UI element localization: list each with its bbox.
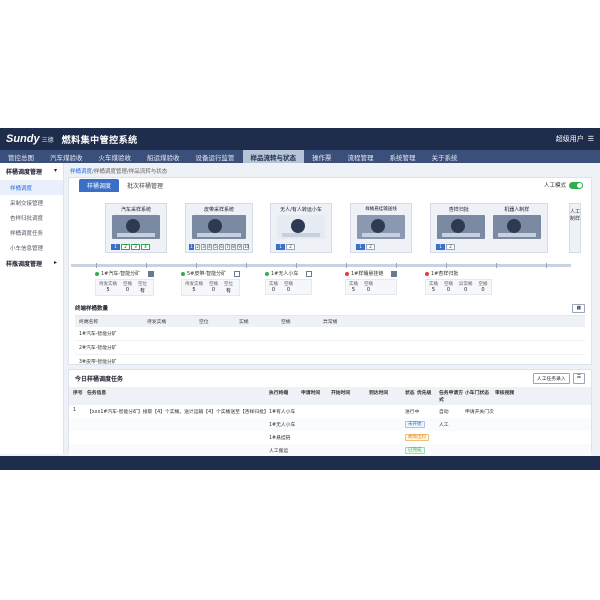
dispatch-panel: 样桶调度 批次样桶管理 人工模式 汽车采样系统 1 2 3 4 皮带采样系统 1… xyxy=(68,177,592,369)
status-dot xyxy=(95,271,99,276)
sidebar-item-handover[interactable]: 采制交接管理 xyxy=(0,195,63,210)
nav-truck-coal[interactable]: 汽车煤验收 xyxy=(42,150,91,163)
status-badge: 已完成 xyxy=(405,447,425,454)
sidebar-item-cart-info[interactable]: 小车信息管理 xyxy=(0,240,63,255)
terminal-cards: 1#汽车-智能分矿 待发实桶 5 空桶 0 空位有 5#皮带-智能分矿 待发实桶 5 … xyxy=(95,270,571,298)
chevron-right-icon: ▸ xyxy=(53,259,57,266)
card-chain-1: 1#样桶悬挂链 实桶 5 空桶 0 xyxy=(345,270,398,298)
nav-overview[interactable]: 管控总图 xyxy=(0,150,42,163)
conveyor-track xyxy=(71,263,571,268)
terminal-table-header: 终端名称 待发实桶 空位 实桶 空桶 异常桶 xyxy=(75,316,585,327)
sidebar-item-bucket-dispatch[interactable]: 样桶调度 xyxy=(0,180,63,195)
sidebar-group-bucket[interactable]: 样桶调度管理 ▾ xyxy=(0,163,63,180)
robot-icon xyxy=(493,215,541,239)
user-icon: ☰ xyxy=(587,135,594,143)
nav-about[interactable]: 关于系统 xyxy=(424,150,466,163)
user-menu[interactable]: 超级用户 ☰ xyxy=(556,134,594,144)
tasks-title: 今日样桶调度任务 xyxy=(75,376,124,383)
chevron-down-icon: ▾ xyxy=(53,167,57,174)
nav-ship-coal[interactable]: 船运煤验收 xyxy=(139,150,188,163)
table-row[interactable]: 1#悬挂链 故障出料 xyxy=(69,431,591,444)
card-batch-1: 1#杏样归批 实桶 5 空桶 0 异常桶 0 空桶 0 xyxy=(425,270,492,298)
manual-sampling-station[interactable]: 人工制样 xyxy=(569,203,581,253)
manual-mode: 人工模式 xyxy=(544,181,583,189)
cart-icon xyxy=(277,215,325,239)
card-truck-1: 1#汽车-智能分矿 待发实桶 5 空桶 0 空位有 xyxy=(95,270,155,298)
nav-process[interactable]: 流程管理 xyxy=(340,150,382,163)
tab-bar: 样桶调度 批次样桶管理 人工模式 xyxy=(69,178,591,192)
sidebar-item-batch[interactable]: 杏样归批调度 xyxy=(0,210,63,225)
nav-sample-flow[interactable]: 样品流转与状态 xyxy=(242,150,304,163)
app-window: Sundy 三德 燃料集中管控系统 超级用户 ☰ 管控总图 汽车煤验收 火车煤验… xyxy=(0,128,600,470)
sampler-icon xyxy=(192,215,246,239)
square-icon xyxy=(148,270,155,277)
user-name: 超级用户 xyxy=(555,135,584,143)
nav-operation-ticket[interactable]: 操作票 xyxy=(304,150,340,163)
main-nav: 管控总图 汽车煤验收 火车煤验收 船运煤验收 设备运行监管 样品流转与状态 操作… xyxy=(0,150,600,163)
export-icon[interactable]: ▦ xyxy=(572,304,585,313)
conveyor-icon xyxy=(357,215,405,239)
square-icon xyxy=(391,270,398,277)
sampler-icon xyxy=(112,215,160,239)
station-conveyor[interactable]: 样桶悬挂输送线 1 2 xyxy=(350,203,412,253)
add-manual-task-button[interactable]: 人工任务录入 xyxy=(532,373,570,384)
square-outline-icon xyxy=(234,270,241,277)
station-truck-sampling[interactable]: 汽车采样系统 1 2 3 4 xyxy=(105,203,167,253)
brand-logo-cn: 三德 xyxy=(41,136,54,144)
status-badge: 进行中 xyxy=(405,410,420,415)
breadcrumb: 样桶调度/样桶调度管理/样品流转与状态 xyxy=(70,169,168,175)
breadcrumb-current[interactable]: 样桶调度 xyxy=(70,169,92,175)
nav-system[interactable]: 系统管理 xyxy=(382,150,424,163)
square-outline-icon xyxy=(306,270,313,277)
terminal-table: 终端样桶数量 ▦ 终端名称 待发实桶 空位 实桶 空桶 异常桶 1#汽车-智能分矿 2#汽车… xyxy=(75,304,585,369)
sidebar: 样桶调度管理 ▾ 样桶调度 采制交接管理 杏样归批调度 样桶调度任务 小车信息管理… xyxy=(0,163,64,454)
footer-bar xyxy=(0,456,600,470)
nav-equipment[interactable]: 设备运行监管 xyxy=(188,150,243,163)
status-dot xyxy=(345,271,349,276)
table-row[interactable]: 1#汽车-智能分矿 xyxy=(75,327,585,341)
sidebar-item-tasks[interactable]: 样桶调度任务 xyxy=(0,225,63,240)
top-bar: Sundy 三德 燃料集中管控系统 超级用户 ☰ xyxy=(0,128,600,150)
brand-logo: Sundy xyxy=(6,133,40,145)
system-title: 燃料集中管控系统 xyxy=(61,135,138,146)
status-dot xyxy=(181,271,185,276)
tasks-table-header: 序号 任务信息 执行终端 申请时间 开始时间 到达时间 状态 优先级 任务申请方式 小车门状态 审核… xyxy=(69,387,591,405)
station-batch-robot[interactable]: 杏样归批 机器人制样 1 2 xyxy=(430,203,548,253)
station-row: 汽车采样系统 1 2 3 4 皮带采样系统 1 2 3 4 5 6 7 8 9 … xyxy=(105,203,565,263)
nav-train-coal[interactable]: 火车煤验收 xyxy=(91,150,140,163)
table-row[interactable]: 1 【xxx1#汽车-智能分矿】接取【4】个实桶。送计运输【4】个实桶送至【杏样归… xyxy=(69,405,591,418)
robot-title: 机器人制样 xyxy=(504,207,530,213)
status-dot xyxy=(265,271,269,276)
table-row[interactable]: 3#皮带-智能分矿 xyxy=(75,355,585,369)
card-cart-1: 1#无人小车 实桶 0 空桶 0 xyxy=(265,270,313,298)
list-icon[interactable]: ☰ xyxy=(572,373,585,384)
tasks-table-body: 1 【xxx1#汽车-智能分矿】接取【4】个实桶。送计运输【4】个实桶送至【杏样归… xyxy=(69,405,591,457)
main-content: 样桶调度/样桶调度管理/样品流转与状态 样桶调度 批次样桶管理 人工模式 汽车采… xyxy=(66,163,592,457)
tab-batch-bucket[interactable]: 批次样桶管理 xyxy=(119,179,171,192)
sidebar-group-bottle[interactable]: 样瓶调度管理 ▸ xyxy=(0,255,63,272)
tab-bucket-dispatch[interactable]: 样桶调度 xyxy=(79,178,120,192)
status-badge: 未开始 xyxy=(405,421,425,428)
batch-icon xyxy=(437,215,485,239)
manual-mode-toggle[interactable] xyxy=(569,181,583,189)
station-belt-sampling[interactable]: 皮带采样系统 1 2 3 4 5 6 7 8 9 10 xyxy=(185,203,253,253)
card-belt-5: 5#皮带-智能分矿 待发实桶 5 空桶 0 空位有 xyxy=(181,270,241,298)
table-row[interactable]: 1#无人小车 未开始 人工 xyxy=(69,418,591,431)
station-transfer-cart[interactable]: 无人/有人转运小车 1 2 xyxy=(270,203,332,253)
status-badge: 故障出料 xyxy=(405,434,429,441)
table-row[interactable]: 2#汽车-智能分矿 xyxy=(75,341,585,355)
tasks-panel: 今日样桶调度任务 人工任务录入 ☰ 序号 任务信息 执行终端 申请时间 开始时间 到达时间… xyxy=(68,369,592,457)
status-dot xyxy=(425,271,429,276)
